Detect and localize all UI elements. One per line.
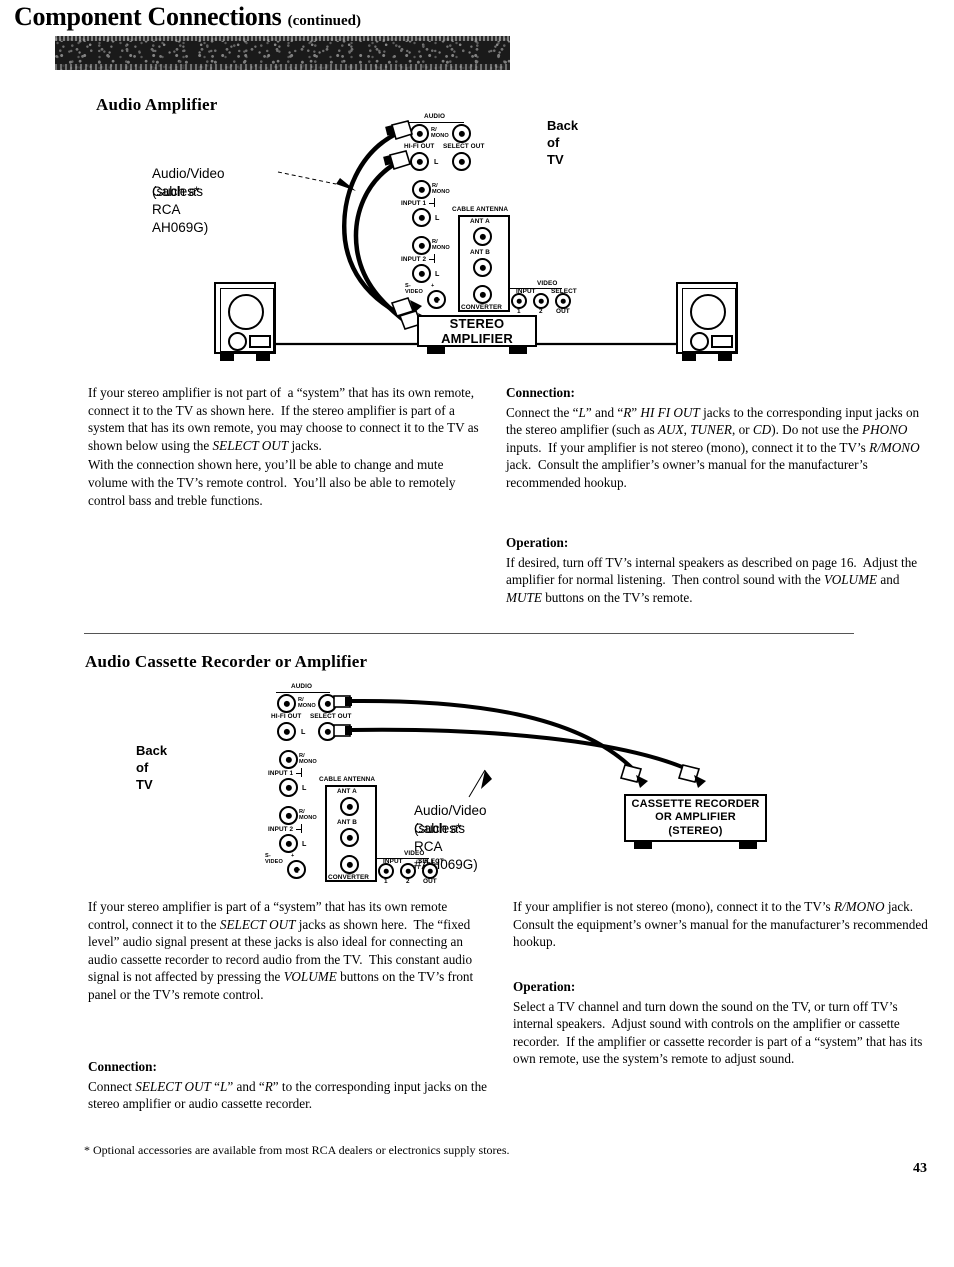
cassette-foot-left bbox=[634, 842, 652, 849]
cassette-box-line1: CASSETTE RECORDER bbox=[631, 797, 760, 810]
footnote: * Optional accessories are available fro… bbox=[84, 1143, 510, 1157]
section2-connection-text: Connect SELECT OUT “L” and “R” to the co… bbox=[88, 1078, 488, 1112]
section2-left-column: If your stereo amplifier is part of a “s… bbox=[88, 898, 483, 1004]
section2-connection-label: Connection: bbox=[88, 1059, 157, 1074]
section2-right-intro: If your amplifier is not stereo (mono), … bbox=[513, 898, 938, 951]
section2-operation-block: Operation: Select a TV channel and turn … bbox=[513, 978, 941, 1068]
manual-page: Component Connections (continued) Audio … bbox=[0, 0, 954, 1267]
page-number: 43 bbox=[913, 1161, 927, 1176]
cassette-foot-right bbox=[739, 842, 757, 849]
cassette-box-line3: (STEREO) bbox=[668, 824, 723, 837]
section2-operation-label: Operation: bbox=[513, 979, 576, 994]
section2-connection-block: Connection: Connect SELECT OUT “L” and “… bbox=[88, 1058, 488, 1113]
cassette-box-line2: OR AMPLIFIER bbox=[655, 811, 736, 824]
section2-operation-text: Select a TV channel and turn down the so… bbox=[513, 998, 923, 1067]
section2-right-intro-text: If your amplifier is not stereo (mono), … bbox=[513, 899, 928, 950]
cassette-recorder-box: CASSETTE RECORDER OR AMPLIFIER (STEREO) bbox=[624, 794, 767, 842]
section2-paragraph-1: If your stereo amplifier is part of a “s… bbox=[88, 899, 474, 1002]
